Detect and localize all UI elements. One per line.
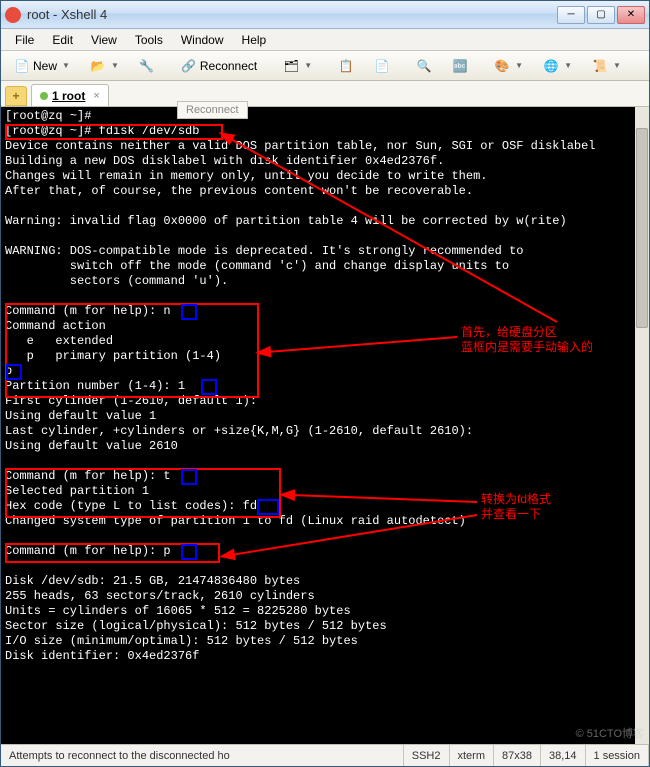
- script-icon: 📜: [592, 58, 608, 74]
- copy-button[interactable]: 📋: [331, 55, 361, 77]
- search-icon: 🔍: [416, 58, 432, 74]
- menu-edit[interactable]: Edit: [44, 31, 81, 49]
- terminal-pane[interactable]: [root@zq ~]# [root@zq ~]# fdisk /dev/sdb…: [1, 107, 649, 744]
- tab-close-button[interactable]: ×: [93, 90, 99, 102]
- menu-tools[interactable]: Tools: [127, 31, 171, 49]
- copy-icon: 📋: [338, 58, 354, 74]
- reconnect-tooltip: Reconnect: [177, 101, 248, 119]
- terminal-output: [root@zq ~]# [root@zq ~]# fdisk /dev/sdb…: [1, 107, 635, 666]
- minimize-button[interactable]: ─: [557, 6, 585, 24]
- toolbar: 📄 New ▼ 📂▼ 🔧 🔗 Reconnect 🗂▼ 📋 📄 🔍 🔤 🎨▼ 🌐…: [1, 51, 649, 81]
- status-message: Attempts to reconnect to the disconnecte…: [1, 745, 404, 766]
- wrench-icon: 🔧: [139, 58, 155, 74]
- new-label: New: [33, 59, 57, 73]
- address-button[interactable]: 🗂▼: [276, 55, 319, 77]
- new-tab-button[interactable]: +: [5, 86, 27, 106]
- open-button[interactable]: 📂▼: [83, 55, 126, 77]
- status-cursor: 38,14: [541, 745, 586, 766]
- paste-icon: 📄: [374, 58, 390, 74]
- font-button[interactable]: 🔤: [445, 55, 475, 77]
- close-button[interactable]: ✕: [617, 6, 645, 24]
- reconnect-label: Reconnect: [200, 59, 257, 73]
- properties-button[interactable]: 🔧: [132, 55, 162, 77]
- tab-session-1[interactable]: 1 root ×: [31, 84, 109, 106]
- menu-view[interactable]: View: [83, 31, 125, 49]
- script-button[interactable]: 📜▼: [585, 55, 628, 77]
- dropdown-icon: ▼: [564, 61, 572, 70]
- reconnect-button[interactable]: 🔗 Reconnect: [174, 55, 264, 77]
- tab-label: 1 root: [52, 89, 85, 103]
- window-controls: ─ ▢ ✕: [557, 6, 645, 24]
- menubar: File Edit View Tools Window Help: [1, 29, 649, 51]
- status-dot-icon: [40, 92, 48, 100]
- font-icon: 🔤: [452, 58, 468, 74]
- globe-icon: 🌐: [543, 58, 559, 74]
- palette-icon: 🎨: [494, 58, 510, 74]
- folder-icon: 📂: [90, 58, 106, 74]
- find-button[interactable]: 🔍: [409, 55, 439, 77]
- card-icon: 🗂: [283, 58, 299, 74]
- status-term: xterm: [450, 745, 495, 766]
- window-title: root - Xshell 4: [27, 7, 557, 22]
- menu-file[interactable]: File: [7, 31, 42, 49]
- dropdown-icon: ▼: [515, 61, 523, 70]
- dropdown-icon: ▼: [304, 61, 312, 70]
- maximize-button[interactable]: ▢: [587, 6, 615, 24]
- lock-button[interactable]: 🔒: [640, 55, 650, 77]
- status-size: 87x38: [494, 745, 541, 766]
- vertical-scrollbar[interactable]: [635, 107, 649, 744]
- menu-help[interactable]: Help: [234, 31, 275, 49]
- color-button[interactable]: 🎨▼: [487, 55, 530, 77]
- status-protocol: SSH2: [404, 745, 450, 766]
- statusbar: Attempts to reconnect to the disconnecte…: [1, 744, 649, 766]
- menu-window[interactable]: Window: [173, 31, 232, 49]
- dropdown-icon: ▼: [111, 61, 119, 70]
- app-window: root - Xshell 4 ─ ▢ ✕ File Edit View Too…: [0, 0, 650, 767]
- app-icon: [5, 7, 21, 23]
- new-icon: 📄: [14, 58, 30, 74]
- transfer-button[interactable]: 🌐▼: [536, 55, 579, 77]
- paste-button[interactable]: 📄: [367, 55, 397, 77]
- scroll-thumb[interactable]: [636, 128, 648, 328]
- dropdown-icon: ▼: [613, 61, 621, 70]
- status-sessions: 1 session: [586, 745, 649, 766]
- tabbar: + 1 root × Reconnect: [1, 81, 649, 107]
- new-button[interactable]: 📄 New ▼: [7, 55, 77, 77]
- titlebar: root - Xshell 4 ─ ▢ ✕: [1, 1, 649, 29]
- reconnect-icon: 🔗: [181, 58, 197, 74]
- dropdown-icon: ▼: [62, 61, 70, 70]
